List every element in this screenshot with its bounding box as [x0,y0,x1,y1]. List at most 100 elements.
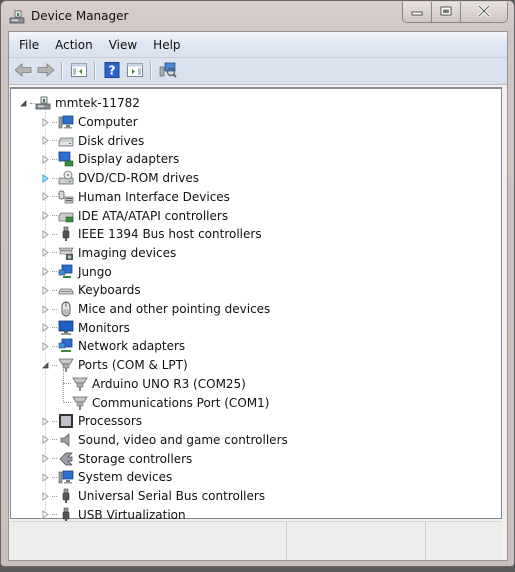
tree-category[interactable]: Imaging devices [41,244,176,263]
tree-category[interactable]: Monitors [41,318,130,337]
forward-button[interactable] [35,60,57,82]
scan-hardware-button[interactable] [157,60,179,82]
tree-connector [52,252,57,254]
usb-icon [58,488,74,504]
computer-icon [58,114,74,130]
tree-item-label: mmtek-11782 [55,96,140,111]
title-bar[interactable]: Device Manager [1,1,514,31]
help-button[interactable]: ? [101,60,123,82]
tree-item-label: Processors [78,414,143,429]
computer-network-icon [35,95,51,111]
tree-category[interactable]: IDE ATA/ATAPI controllers [41,206,228,225]
menu-file[interactable]: File [9,38,47,52]
tree-category[interactable]: Human Interface Devices [41,188,230,207]
tree-connector [52,289,57,291]
status-pane-1 [10,522,287,560]
tree-item-label: Monitors [78,320,130,335]
monitor-icon [58,320,74,336]
console-tree-icon [71,62,87,80]
help-icon: ? [104,61,120,81]
tree-category[interactable]: IEEE 1394 Bus host controllers [41,225,262,244]
tree-device[interactable]: Communications Port (COM1) [63,393,269,412]
tree-connector [52,476,57,478]
tree-connector [52,458,57,460]
disk-drive-icon [58,133,74,149]
minimize-button[interactable] [403,2,431,22]
mouse-icon [58,301,74,317]
tree-item-label: Human Interface Devices [78,189,230,204]
keyboard-icon [58,282,74,298]
tree-item-label: Imaging devices [78,245,177,260]
tree-category[interactable]: Keyboards [41,281,141,300]
tree-category[interactable]: Display adapters [41,150,179,169]
tree-item-label: Sound, video and game controllers [78,432,288,447]
tree-connector [52,121,57,123]
tree-category[interactable]: Computer [41,113,138,132]
tree-item-label: Communications Port (COM1) [92,395,270,410]
tree-item-label: USB Virtualization [78,507,186,522]
close-button[interactable] [460,2,507,22]
tree-category[interactable]: System devices [41,468,172,487]
toolbar-separator [94,62,96,80]
tree-category[interactable]: Universal Serial Bus controllers [41,487,265,506]
client-area: File Action View Help ? mmtek-11782 Comp… [8,31,508,561]
tree-category[interactable]: Jungo [41,262,112,281]
tree-connector [45,108,46,513]
tree-connector [63,368,64,403]
tree-connector [52,308,57,310]
tree-item-label: Jungo [78,264,112,279]
back-button[interactable] [12,60,34,82]
show-hide-console-tree-button[interactable] [68,60,90,82]
tree-category[interactable]: Sound, video and game controllers [41,431,288,450]
toolbar-separator [61,62,63,80]
port-icon [72,395,88,411]
tree-device[interactable]: Arduino UNO R3 (COM25) [63,375,246,394]
tree-category[interactable]: Storage controllers [41,449,192,468]
status-bar [10,521,502,560]
tree-item-label: DVD/CD-ROM drives [78,171,200,186]
tree-category[interactable]: DVD/CD-ROM drives [41,169,199,188]
tree-root[interactable]: mmtek-11782 [19,94,140,113]
tree-connector [63,402,71,404]
tree-item-label: Disk drives [78,133,145,148]
tree-connector [52,345,57,347]
menu-view[interactable]: View [101,38,145,52]
storage-controller-icon [58,451,74,467]
hid-icon [58,189,74,205]
show-hide-action-pane-button[interactable] [124,60,146,82]
tree-connector [52,327,57,329]
tree-item-label: Ports (COM & LPT) [78,358,188,373]
tree-category[interactable]: Mice and other pointing devices [41,300,270,319]
tree-connector [63,383,71,385]
menu-help[interactable]: Help [145,38,188,52]
tree-item-label: Network adapters [78,339,186,354]
tree-connector [52,271,57,273]
tree-category[interactable]: Network adapters [41,337,185,356]
tree-connector [30,102,34,104]
minimize-icon [411,5,423,19]
port-icon [72,376,88,392]
sound-icon [58,432,74,448]
device-manager-window: Device Manager File Action View Help ? m… [0,0,515,567]
tree-connector [52,158,57,160]
tree-item-label: Mice and other pointing devices [78,302,271,317]
tree-connector [52,177,57,179]
tree-category[interactable]: Processors [41,412,142,431]
maximize-button[interactable] [431,2,460,22]
expanded-arrow-icon[interactable] [19,99,28,108]
tree-category[interactable]: Disk drives [41,131,144,150]
close-icon [477,4,491,20]
device-tree[interactable]: mmtek-11782 Computer Disk drives Display ad… [10,87,502,522]
maximize-icon [440,5,452,19]
arrow-right-icon [37,62,55,80]
system-device-icon [58,469,74,485]
arrow-left-icon [14,62,32,80]
caption-buttons [402,2,508,23]
tree-item-label: IEEE 1394 Bus host controllers [78,227,262,242]
menu-action[interactable]: Action [47,38,101,52]
tree-item-label: System devices [78,470,173,485]
status-pane-2 [287,522,426,560]
svg-text:?: ? [109,63,116,77]
network-adapter-icon [58,338,74,354]
tree-connector [52,140,57,142]
